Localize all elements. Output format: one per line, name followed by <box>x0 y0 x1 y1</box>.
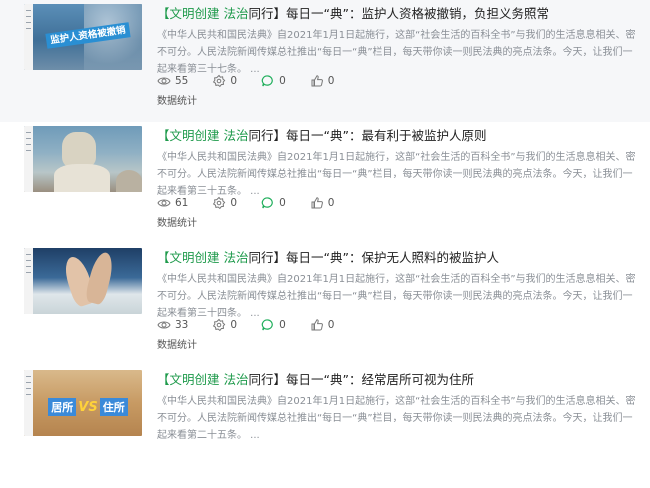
share-gear-icon <box>213 74 226 88</box>
views-count: 33 <box>175 319 189 331</box>
thumbs-up-icon <box>311 75 323 87</box>
thumbnail-caption-vs: VS <box>78 399 98 415</box>
article-thumbnail[interactable] <box>24 248 142 314</box>
thumbnail-side-strip <box>24 370 33 436</box>
article-summary: 《中华人民共和国民法典》自2021年1月1日起施行，这部“社会生活的百科全书”与… <box>157 152 636 197</box>
list-item[interactable]: 居所 VS 住所 【文明创建 法治同行】每日一“典”：经常居所可视为住所 《中华… <box>0 366 650 488</box>
likes-stat[interactable]: 0 <box>310 74 335 88</box>
thumbnail-caption-left: 居所 <box>48 398 77 416</box>
article-summary: 《中华人民共和国民法典》自2021年1月1日起施行，这部“社会生活的百科全书”与… <box>157 274 636 319</box>
comment-icon <box>261 75 273 87</box>
article-tag: 【文明创建 法治 <box>157 128 249 143</box>
article-thumbnail[interactable]: 居所 VS 住所 <box>24 370 142 436</box>
article-tag-suffix: 同行】 <box>248 250 286 265</box>
thumbnail-hand <box>84 250 116 306</box>
article-stats: 61 0 0 0 <box>157 196 358 210</box>
comments-stat[interactable]: 0 <box>261 318 286 332</box>
article-tag: 【文明创建 法治 <box>157 6 249 21</box>
article-title[interactable]: 【文明创建 法治同行】每日一“典”：保护无人照料的被监护人 <box>157 249 637 267</box>
shares-count: 0 <box>230 319 238 331</box>
share-gear-icon <box>213 196 226 210</box>
thumbnail-figure <box>54 164 110 192</box>
article-title-text: 每日一“典”：监护人资格被撤销，负担义务照常 <box>286 6 549 21</box>
thumbnail-figure <box>116 170 142 192</box>
views-count: 55 <box>175 75 189 87</box>
likes-stat[interactable]: 0 <box>310 318 335 332</box>
article-title[interactable]: 【文明创建 法治同行】每日一“典”：经常居所可视为住所 <box>157 371 637 389</box>
list-item[interactable]: 【文明创建 法治同行】每日一“典”：保护无人照料的被监护人 《中华人民共和国民法… <box>0 244 650 366</box>
views-stat[interactable]: 61 <box>157 196 188 210</box>
thumbnail-figure <box>62 132 96 168</box>
share-gear-icon <box>213 318 226 332</box>
eye-icon <box>157 321 171 329</box>
comments-stat[interactable]: 0 <box>261 74 286 88</box>
article-tag-suffix: 同行】 <box>248 372 286 387</box>
shares-count: 0 <box>230 75 238 87</box>
article-list: 监护人资格被撤销 【文明创建 法治同行】每日一“典”：监护人资格被撤销，负担义务… <box>0 0 650 441</box>
shares-stat[interactable]: 0 <box>212 74 237 88</box>
thumbnail-caption-right: 住所 <box>99 398 128 416</box>
likes-count: 0 <box>327 197 335 209</box>
article-thumbnail[interactable]: 监护人资格被撤销 <box>24 4 142 70</box>
article-summary: 《中华人民共和国民法典》自2021年1月1日起施行，这部“社会生活的百科全书”与… <box>157 396 636 441</box>
article-title-text: 每日一“典”：保护无人照料的被监护人 <box>286 250 499 265</box>
data-statistics-link[interactable]: 数据统计 <box>157 336 197 351</box>
thumbnail-side-strip <box>24 4 33 70</box>
article-summary: 《中华人民共和国民法典》自2021年1月1日起施行，这部“社会生活的百科全书”与… <box>157 30 636 75</box>
comments-count: 0 <box>279 319 286 331</box>
list-item[interactable]: 【文明创建 法治同行】每日一“典”：最有利于被监护人原则 《中华人民共和国民法典… <box>0 122 650 244</box>
article-stats: 55 0 0 0 <box>157 74 358 88</box>
eye-icon <box>157 77 171 85</box>
comments-stat[interactable]: 0 <box>261 196 286 210</box>
data-statistics-link[interactable]: 数据统计 <box>157 92 197 107</box>
likes-stat[interactable]: 0 <box>310 196 335 210</box>
thumbnail-side-strip <box>24 126 33 192</box>
article-tag: 【文明创建 法治 <box>157 250 249 265</box>
likes-count: 0 <box>327 75 335 87</box>
views-stat[interactable]: 33 <box>157 318 188 332</box>
thumbs-up-icon <box>311 197 323 209</box>
shares-count: 0 <box>230 197 238 209</box>
thumbnail-side-strip <box>24 248 33 314</box>
comment-icon <box>261 197 273 209</box>
article-title-text: 每日一“典”：最有利于被监护人原则 <box>286 128 487 143</box>
eye-icon <box>157 199 171 207</box>
shares-stat[interactable]: 0 <box>212 196 237 210</box>
article-tag: 【文明创建 法治 <box>157 372 249 387</box>
article-tag-suffix: 同行】 <box>248 6 286 21</box>
comments-count: 0 <box>279 75 286 87</box>
likes-count: 0 <box>327 319 335 331</box>
data-statistics-link[interactable]: 数据统计 <box>157 214 197 229</box>
shares-stat[interactable]: 0 <box>212 318 237 332</box>
article-thumbnail[interactable] <box>24 126 142 192</box>
article-title-text: 每日一“典”：经常居所可视为住所 <box>286 372 474 387</box>
list-item[interactable]: 监护人资格被撤销 【文明创建 法治同行】每日一“典”：监护人资格被撤销，负担义务… <box>0 0 650 122</box>
thumbnail-caption: 居所 VS 住所 <box>34 397 142 417</box>
views-count: 61 <box>175 197 189 209</box>
views-stat[interactable]: 55 <box>157 74 188 88</box>
article-stats: 33 0 0 0 <box>157 318 358 332</box>
comment-icon <box>261 319 273 331</box>
article-title[interactable]: 【文明创建 法治同行】每日一“典”：监护人资格被撤销，负担义务照常 <box>157 5 637 23</box>
thumbs-up-icon <box>311 319 323 331</box>
article-tag-suffix: 同行】 <box>248 128 286 143</box>
article-title[interactable]: 【文明创建 法治同行】每日一“典”：最有利于被监护人原则 <box>157 127 637 145</box>
comments-count: 0 <box>279 197 286 209</box>
